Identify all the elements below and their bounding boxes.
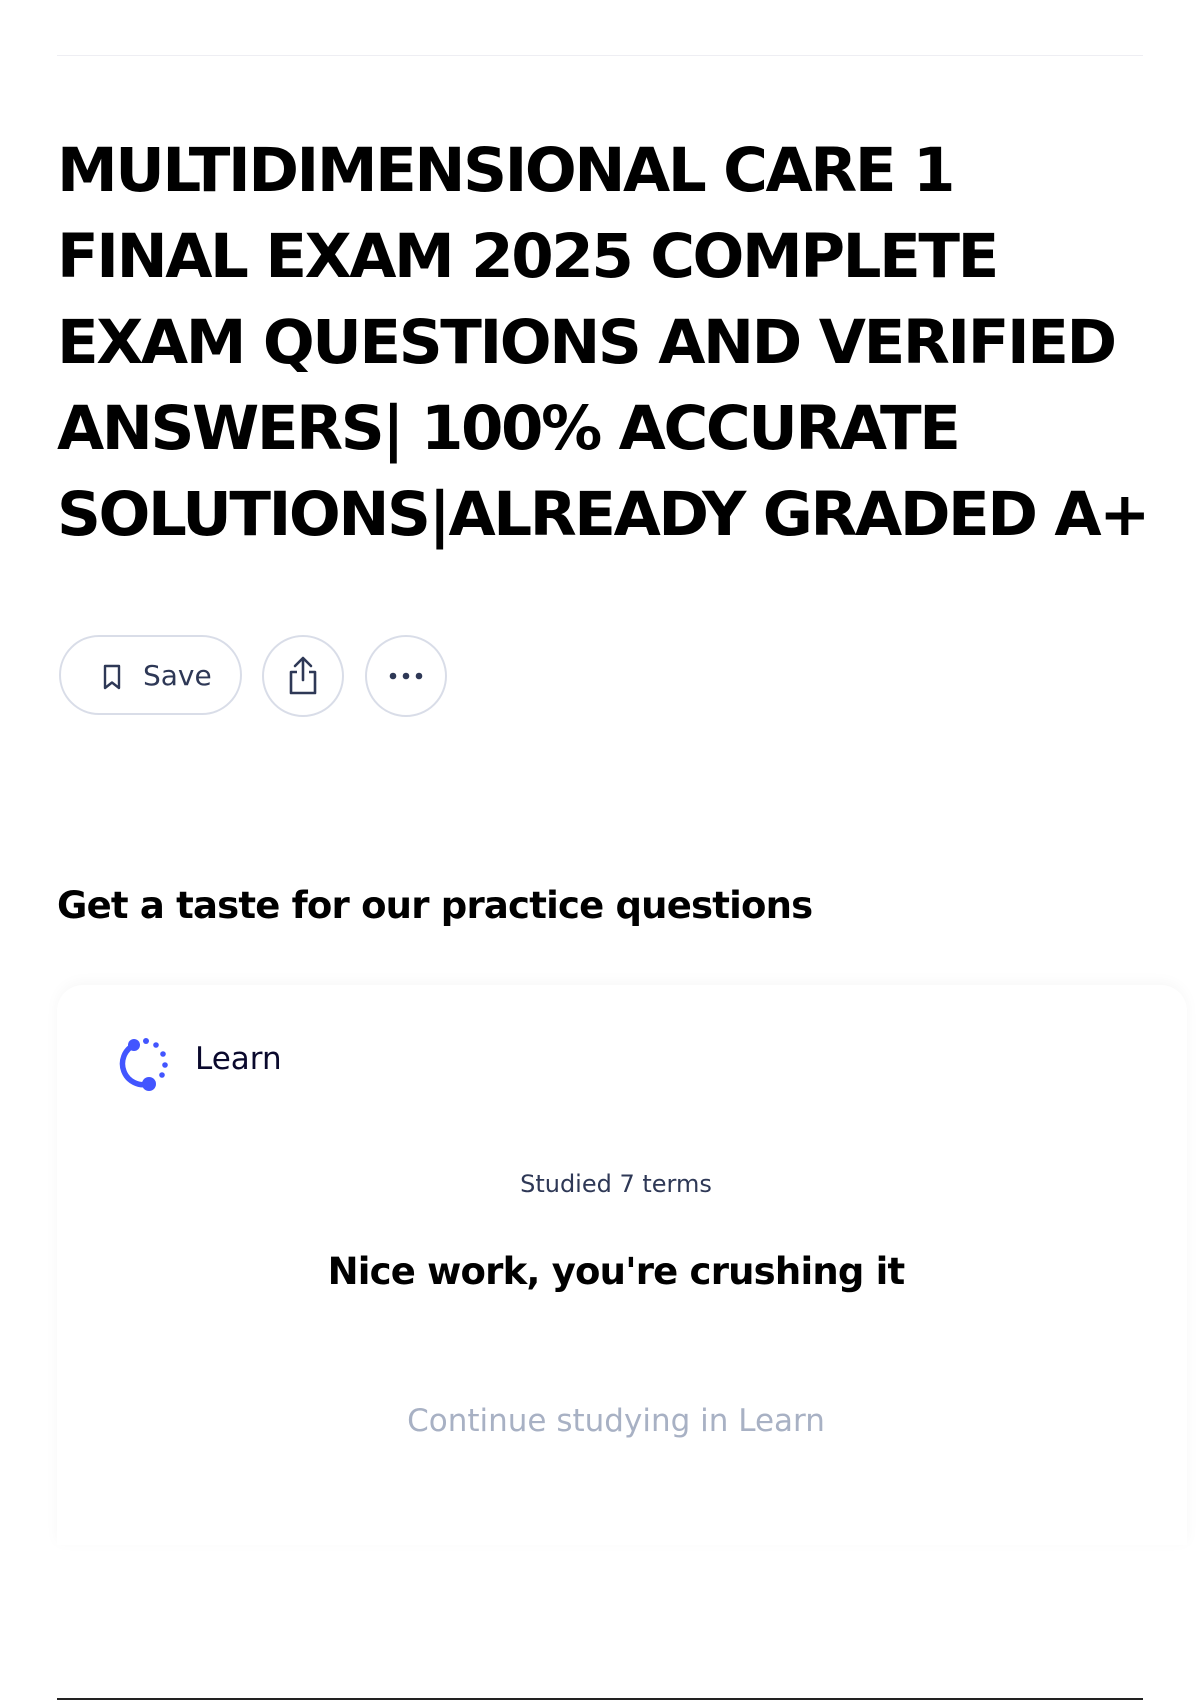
page-title: MULTIDIMENSIONAL CARE 1 FINAL EXAM 2025 … bbox=[57, 128, 1200, 558]
save-button-label: Save bbox=[143, 659, 212, 692]
page-title-line: FINAL EXAM 2025 COMPLETE bbox=[57, 221, 999, 292]
continue-learn-link[interactable]: Continue studying in Learn bbox=[57, 1401, 1175, 1441]
top-divider bbox=[57, 55, 1143, 56]
more-button[interactable] bbox=[365, 635, 447, 717]
share-icon bbox=[289, 656, 317, 695]
share-button[interactable] bbox=[262, 635, 344, 717]
more-icon bbox=[389, 672, 423, 680]
page-title-line: ANSWERS| 100% ACCURATE bbox=[57, 393, 961, 464]
page-title-line: SOLUTIONS|ALREADY GRADED A+ bbox=[57, 479, 1150, 550]
studied-count: Studied 7 terms bbox=[520, 1170, 712, 1198]
learn-icon bbox=[119, 1038, 168, 1091]
progress-message: Nice work, you're crushing it bbox=[327, 1250, 906, 1293]
save-button[interactable]: Save bbox=[59, 635, 242, 715]
learn-card[interactable]: Learn Studied 7 terms Nice work, you're … bbox=[57, 985, 1187, 1545]
bookmark-icon bbox=[103, 664, 121, 690]
page-title-line: MULTIDIMENSIONAL CARE 1 bbox=[57, 135, 955, 206]
learn-mode-label: Learn bbox=[195, 1041, 282, 1077]
page-title-line: EXAM QUESTIONS AND VERIFIED bbox=[57, 307, 1117, 378]
practice-heading: Get a taste for our practice questions bbox=[57, 884, 813, 927]
